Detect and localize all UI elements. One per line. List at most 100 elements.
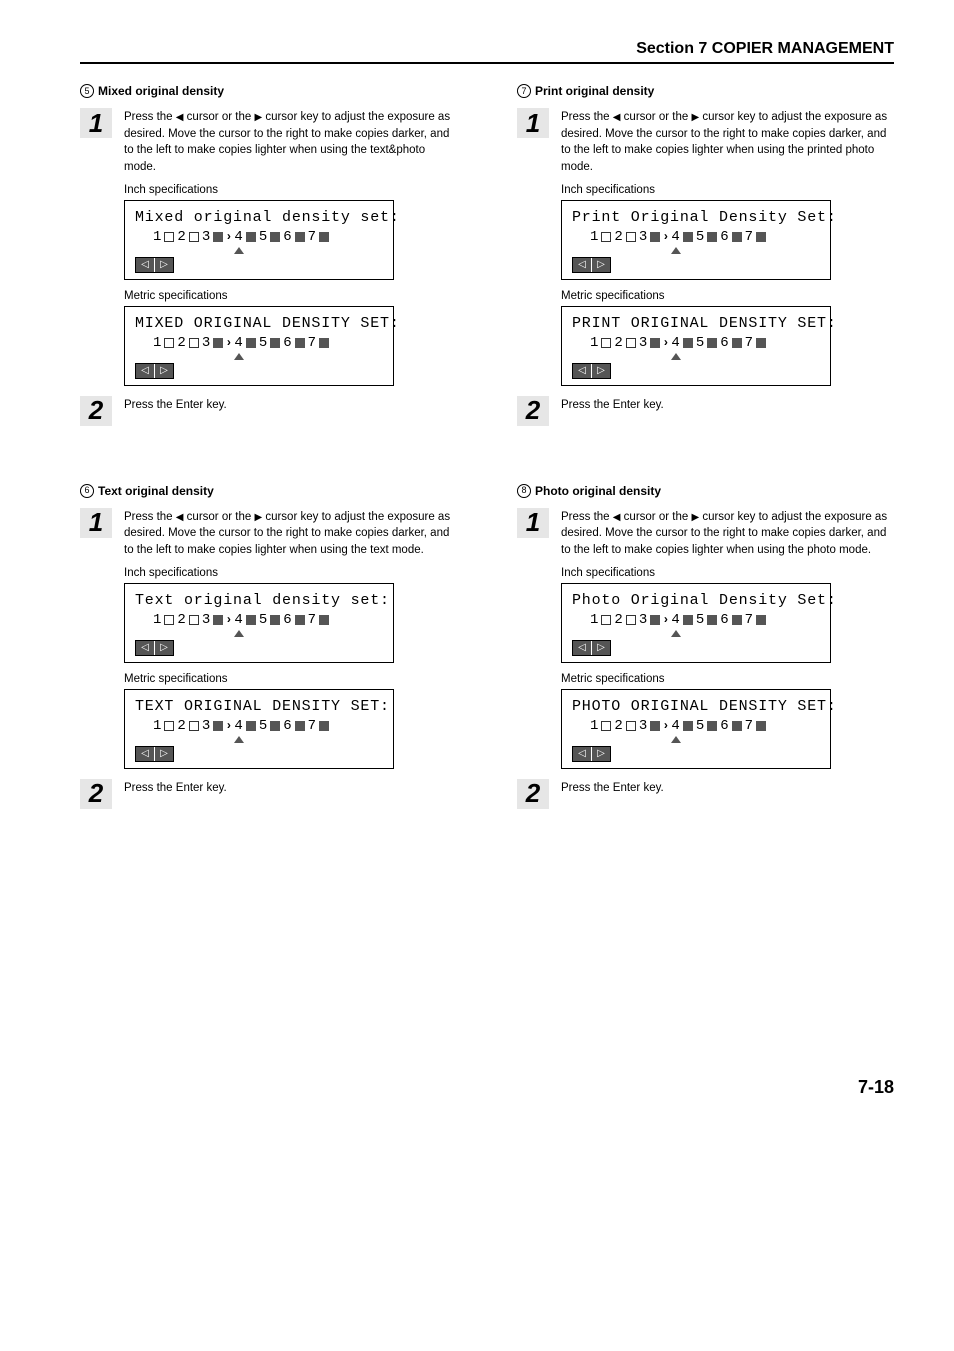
left-arrow-key-icon: ◁ [573,747,591,761]
left-arrow-key-icon: ◁ [136,747,154,761]
step-text: Press the ◀ cursor or the ▶ cursor key t… [124,508,457,559]
step-number-box: 2 [80,779,112,809]
right-arrow-key-icon: ▷ [591,364,610,378]
inch-spec-label: Inch specifications [561,184,894,196]
step-1: 1 Press the ◀ cursor or the ▶ cursor key… [517,108,894,176]
lcd-text: Mixed original density set: [135,209,383,226]
lcd-text: PHOTO ORIGINAL DENSITY SET: [572,698,820,715]
step-2: 2 Press the Enter key. [517,779,894,809]
density-scale: 1 2 3 ›4 5 6 7 [153,718,383,734]
step-number-box: 2 [80,396,112,426]
step-number-box: 2 [517,396,549,426]
left-arrow-key-icon: ◁ [573,641,591,655]
lcd-text: MIXED ORIGINAL DENSITY SET: [135,315,383,332]
metric-spec-label: Metric specifications [124,290,457,302]
metric-spec-label: Metric specifications [561,290,894,302]
arrow-keys-icon: ◁ ▷ [135,257,174,273]
right-arrow-key-icon: ▷ [154,747,173,761]
lcd-display-inch: Text original density set: 1 2 3 ›4 5 6 … [124,583,394,663]
section-title-5: 5 Mixed original density [80,84,457,98]
lcd-display-inch: Photo Original Density Set: 1 2 3 ›4 5 6… [561,583,831,663]
step-number-box: 1 [80,108,112,138]
step-text: Press the Enter key. [561,779,894,797]
step-number: 1 [89,507,103,538]
step-number: 1 [89,108,103,139]
arrow-keys-icon: ◁ ▷ [572,746,611,762]
right-cursor-icon: ▶ [254,512,262,523]
arrow-keys-icon: ◁ ▷ [135,363,174,379]
density-scale: 1 2 3 ›4 5 6 7 [590,612,820,628]
step-2: 2 Press the Enter key. [80,779,457,809]
density-scale: 1 2 3 ›4 5 6 7 [153,335,383,351]
step-text: Press the ◀ cursor or the ▶ cursor key t… [124,108,457,176]
page-number: 7-18 [80,1077,894,1098]
lcd-text: TEXT ORIGINAL DENSITY SET: [135,698,383,715]
arrow-keys-icon: ◁ ▷ [572,257,611,273]
density-scale: 1 2 3 ›4 5 6 7 [590,229,820,245]
right-arrow-key-icon: ▷ [154,258,173,272]
step-number: 2 [526,778,540,809]
step-number-box: 1 [517,108,549,138]
right-cursor-icon: ▶ [254,112,262,123]
right-arrow-key-icon: ▷ [154,641,173,655]
circled-number: 8 [517,484,531,498]
lcd-display-metric: MIXED ORIGINAL DENSITY SET: 1 2 3 ›4 5 6… [124,306,394,386]
section-title-8: 8 Photo original density [517,484,894,498]
left-arrow-key-icon: ◁ [136,364,154,378]
step-1: 1 Press the ◀ cursor or the ▶ cursor key… [80,508,457,559]
section-heading: Photo original density [535,484,661,498]
left-arrow-key-icon: ◁ [136,641,154,655]
left-arrow-key-icon: ◁ [573,258,591,272]
step-text: Press the ◀ cursor or the ▶ cursor key t… [561,108,894,176]
section-title-6: 6 Text original density [80,484,457,498]
inch-spec-label: Inch specifications [124,567,457,579]
arrow-keys-icon: ◁ ▷ [572,363,611,379]
right-arrow-key-icon: ▷ [591,747,610,761]
step-text: Press the Enter key. [561,396,894,414]
lcd-text: PRINT ORIGINAL DENSITY SET: [572,315,820,332]
lcd-display-metric: PHOTO ORIGINAL DENSITY SET: 1 2 3 ›4 5 6… [561,689,831,769]
page: Section 7 COPIER MANAGEMENT 5 Mixed orig… [0,0,954,1128]
right-column: 7 Print original density 1 Press the ◀ c… [517,84,894,817]
lcd-display-inch: Print Original Density Set: 1 2 3 ›4 5 6… [561,200,831,280]
lcd-text: Photo Original Density Set: [572,592,820,609]
section-heading: Print original density [535,84,654,98]
inch-spec-label: Inch specifications [124,184,457,196]
step-text: Press the ◀ cursor or the ▶ cursor key t… [561,508,894,559]
section-heading: Mixed original density [98,84,224,98]
step-2: 2 Press the Enter key. [80,396,457,426]
arrow-keys-icon: ◁ ▷ [135,640,174,656]
left-arrow-key-icon: ◁ [573,364,591,378]
metric-spec-label: Metric specifications [561,673,894,685]
lcd-display-inch: Mixed original density set: 1 2 3 ›4 5 6… [124,200,394,280]
step-number-box: 1 [517,508,549,538]
density-scale: 1 2 3 ›4 5 6 7 [153,229,383,245]
step-text: Press the Enter key. [124,779,457,797]
lcd-display-metric: PRINT ORIGINAL DENSITY SET: 1 2 3 ›4 5 6… [561,306,831,386]
step-text: Press the Enter key. [124,396,457,414]
circled-number: 6 [80,484,94,498]
lcd-text: Print Original Density Set: [572,209,820,226]
density-scale: 1 2 3 ›4 5 6 7 [153,612,383,628]
circled-number: 5 [80,84,94,98]
step-2: 2 Press the Enter key. [517,396,894,426]
right-cursor-icon: ▶ [691,512,699,523]
step-number: 1 [526,507,540,538]
step-number: 2 [89,395,103,426]
arrow-keys-icon: ◁ ▷ [135,746,174,762]
lcd-display-metric: TEXT ORIGINAL DENSITY SET: 1 2 3 ›4 5 6 … [124,689,394,769]
right-cursor-icon: ▶ [691,112,699,123]
step-number-box: 1 [80,508,112,538]
section-title-7: 7 Print original density [517,84,894,98]
step-number: 2 [526,395,540,426]
arrow-keys-icon: ◁ ▷ [572,640,611,656]
lcd-text: Text original density set: [135,592,383,609]
step-number-box: 2 [517,779,549,809]
page-header: Section 7 COPIER MANAGEMENT [80,40,894,64]
step-number: 1 [526,108,540,139]
density-scale: 1 2 3 ›4 5 6 7 [590,335,820,351]
step-1: 1 Press the ◀ cursor or the ▶ cursor key… [80,108,457,176]
left-arrow-key-icon: ◁ [136,258,154,272]
step-1: 1 Press the ◀ cursor or the ▶ cursor key… [517,508,894,559]
content-columns: 5 Mixed original density 1 Press the ◀ c… [80,84,894,817]
